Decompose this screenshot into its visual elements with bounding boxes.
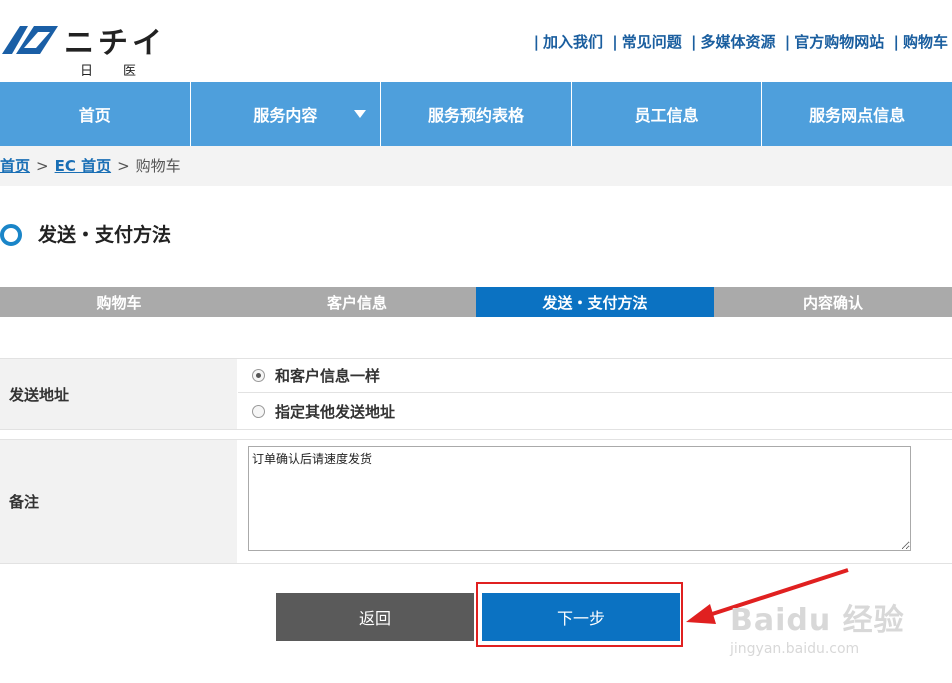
radio-checked-icon[interactable] — [252, 369, 265, 382]
address-option-label: 和客户信息一样 — [275, 367, 381, 385]
step-confirm: 内容确认 — [714, 287, 952, 317]
nav-item-staff[interactable]: 员工信息 — [572, 82, 763, 146]
nav-item-home[interactable]: 首页 — [0, 82, 191, 146]
remark-label: 备注 — [0, 440, 237, 563]
breadcrumb-ec-home[interactable]: EC 首页 — [55, 157, 111, 175]
nav-item-locations[interactable]: 服务网点信息 — [762, 82, 952, 146]
nav-label: 服务网点信息 — [809, 106, 906, 125]
logo-mark-icon — [2, 26, 58, 54]
breadcrumb: 首页 > EC 首页 > 购物车 — [0, 146, 952, 186]
site-header: ニチイ 日医 | 加入我们 | 常见问题 | 多媒体资源 | 官方购物网站 | 购物车 — [0, 0, 952, 83]
radio-unchecked-icon[interactable] — [252, 404, 265, 418]
step-cart: 购物车 — [0, 287, 238, 317]
remark-row: 备注 订单确认后请速度发货 — [0, 439, 952, 564]
link-separator: | — [784, 33, 791, 51]
address-row: 发送地址 和客户信息一样 指定其他发送地址 — [0, 358, 952, 430]
link-separator: | — [691, 33, 697, 51]
nav-label: 服务内容 — [253, 106, 318, 125]
link-separator: | — [612, 33, 618, 51]
nav-label: 服务预约表格 — [427, 106, 524, 125]
link-join-us[interactable]: 加入我们 — [543, 33, 603, 51]
link-cart[interactable]: 购物车 — [903, 33, 948, 51]
checkout-steps: 购物车 客户信息 发送・支付方法 内容确认 — [0, 287, 952, 317]
back-button[interactable]: 返回 — [276, 593, 474, 641]
address-label: 发送地址 — [0, 359, 237, 429]
link-media[interactable]: 多媒体资源 — [701, 33, 776, 51]
logo-text: ニチイ — [64, 26, 166, 61]
nav-label: 首页 — [78, 106, 111, 125]
logo-subtext: 日医 — [80, 64, 167, 79]
breadcrumb-home[interactable]: 首页 — [0, 157, 30, 175]
watermark-main: Baidu 经验 — [730, 603, 905, 638]
page-title-text: 发送・支付方法 — [38, 224, 172, 246]
address-option-same[interactable]: 和客户信息一样 — [238, 359, 952, 393]
section-circle-icon — [0, 224, 22, 246]
link-separator: | — [893, 33, 899, 51]
breadcrumb-separator: > — [117, 157, 130, 175]
link-separator: | — [533, 33, 540, 51]
top-links: | 加入我们 | 常见问题 | 多媒体资源 | 官方购物网站 | 购物车 — [530, 31, 948, 52]
remark-textarea[interactable]: 订单确认后请速度发货 — [248, 446, 911, 551]
dropdown-caret-icon — [354, 110, 367, 118]
nav-item-services[interactable]: 服务内容 — [191, 82, 382, 146]
link-faq[interactable]: 常见问题 — [622, 33, 682, 51]
link-official-shop[interactable]: 官方购物网站 — [794, 33, 884, 51]
nav-label: 员工信息 — [634, 106, 699, 125]
watermark-sub: jingyan.baidu.com — [730, 641, 860, 657]
breadcrumb-separator: > — [36, 157, 49, 175]
watermark: Baidu 经验 jingyan.baidu.com — [730, 595, 905, 657]
brand-logo[interactable]: ニチイ 日医 — [0, 10, 170, 79]
breadcrumb-current: 购物车 — [135, 157, 181, 175]
step-customer-info: 客户信息 — [238, 287, 476, 317]
nav-item-booking-form[interactable]: 服务预约表格 — [381, 82, 572, 146]
step-shipping-payment: 发送・支付方法 — [476, 287, 714, 317]
address-option-other[interactable]: 指定其他发送地址 — [238, 394, 952, 428]
address-option-label: 指定其他发送地址 — [275, 402, 396, 421]
main-nav: 首页 服务内容 服务预约表格 员工信息 服务网点信息 — [0, 82, 952, 146]
annotation-highlight-box — [476, 582, 683, 647]
